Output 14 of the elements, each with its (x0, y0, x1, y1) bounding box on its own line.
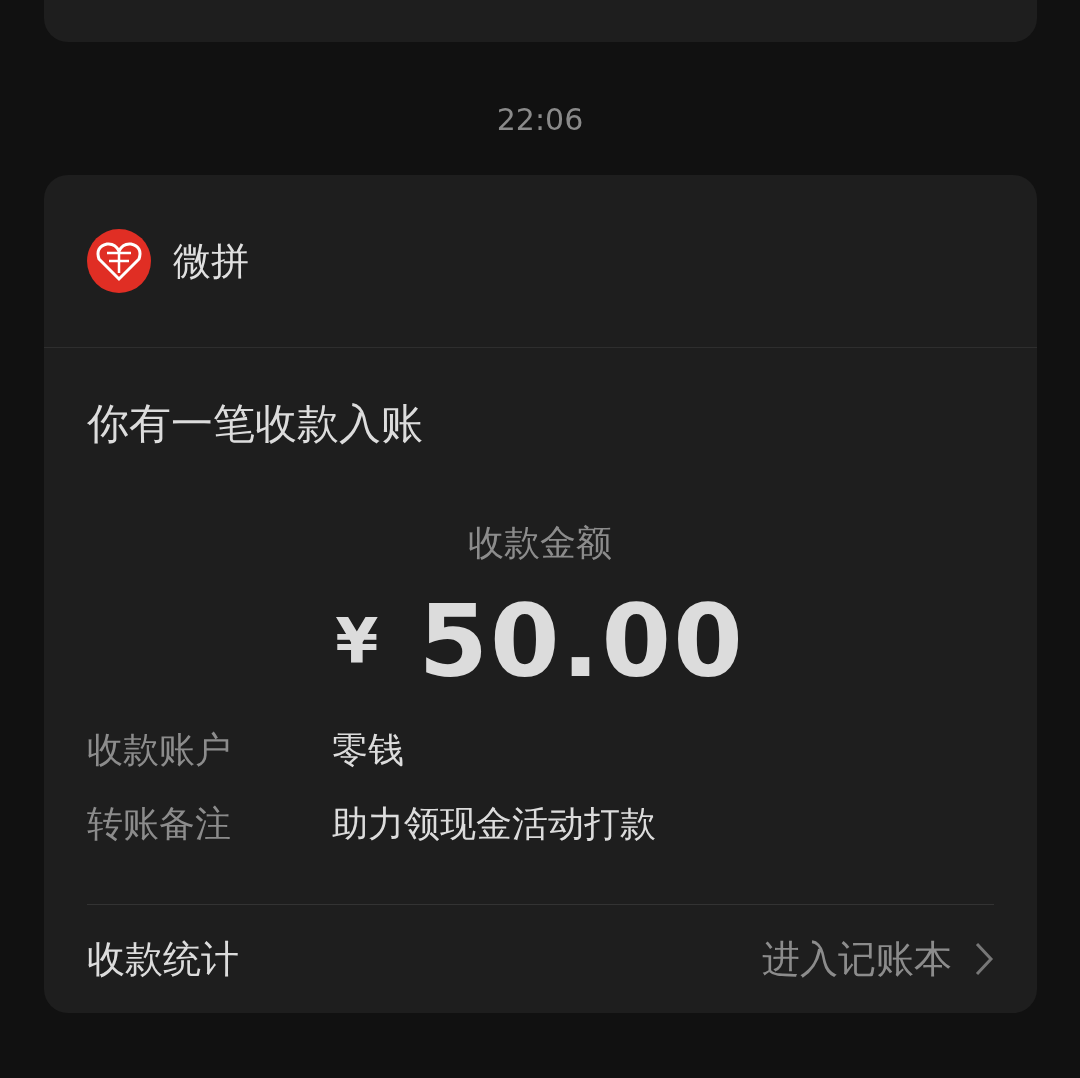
detail-value: 助力领现金活动打款 (331, 802, 656, 846)
heart-logo-icon (86, 229, 151, 293)
message-title: 你有一笔收款入账 (86, 398, 424, 450)
detail-value: 零钱 (331, 728, 404, 772)
sender-name: 微拼 (172, 237, 249, 285)
message-time: 22:06 (496, 101, 584, 139)
detail-label: 转账备注 (86, 802, 232, 846)
chevron-right-icon (973, 941, 994, 977)
ledger-link[interactable]: 进入记账本 (761, 933, 994, 985)
amount-value: 50.00 (418, 582, 745, 700)
amount-label: 收款金额 (468, 521, 612, 565)
detail-label: 收款账户 (86, 728, 232, 772)
footer-label: 收款统计 (86, 935, 239, 983)
currency-symbol: ¥ (335, 604, 379, 678)
